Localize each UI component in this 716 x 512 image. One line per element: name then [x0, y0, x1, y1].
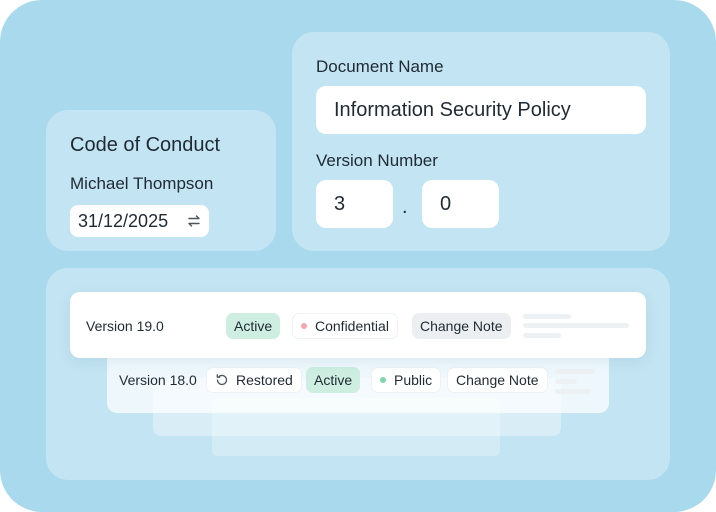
document-name-label: Document Name	[316, 57, 444, 76]
document-details-card: Document Name Information Security Polic…	[292, 32, 670, 251]
placeholder-line	[523, 333, 561, 338]
placeholder-line	[523, 314, 571, 319]
app-canvas: Code of Conduct Michael Thompson 31/12/2…	[0, 0, 716, 512]
classification-badge: Public	[371, 367, 442, 393]
author-name: Michael Thompson	[70, 174, 214, 193]
status-dot-icon	[380, 377, 386, 383]
version-history-panel: Version 18.0 Restored Active Public Chan…	[46, 268, 670, 480]
swap-arrows-icon[interactable]	[186, 213, 202, 229]
placeholder-line	[555, 389, 591, 394]
restored-label: Restored	[236, 372, 293, 388]
version-major-value: 3	[334, 192, 346, 215]
policy-title: Code of Conduct	[70, 134, 221, 156]
restored-badge: Restored	[206, 367, 302, 393]
restore-icon	[216, 374, 228, 386]
version-number-label: Version Number	[316, 151, 438, 170]
version-major-input[interactable]: 3	[316, 180, 393, 228]
code-of-conduct-card[interactable]: Code of Conduct Michael Thompson 31/12/2…	[46, 110, 276, 251]
date-chip[interactable]: 31/12/2025	[70, 205, 209, 237]
classification-label: Confidential	[315, 318, 389, 334]
status-badge: Active	[226, 313, 281, 339]
placeholder-line	[555, 369, 595, 374]
status-badge: Active	[306, 367, 361, 393]
version-separator: .	[402, 196, 408, 218]
classification-label: Public	[394, 372, 433, 388]
date-value: 31/12/2025	[78, 210, 169, 231]
change-note-button[interactable]: Change Note	[447, 367, 548, 393]
classification-badge: Confidential	[292, 313, 398, 339]
version-row[interactable]: Version 19.0 Active Confidential Change …	[70, 292, 646, 358]
document-name-input[interactable]: Information Security Policy	[316, 86, 646, 134]
placeholder-line	[523, 323, 629, 328]
version-title: Version 19.0	[86, 318, 164, 334]
placeholder-line	[555, 379, 577, 384]
change-note-button[interactable]: Change Note	[412, 313, 511, 339]
version-minor-input[interactable]: 0	[422, 180, 499, 228]
status-dot-icon	[301, 323, 307, 329]
version-title: Version 18.0	[119, 372, 197, 388]
document-name-value: Information Security Policy	[334, 98, 571, 121]
version-minor-value: 0	[440, 192, 452, 215]
